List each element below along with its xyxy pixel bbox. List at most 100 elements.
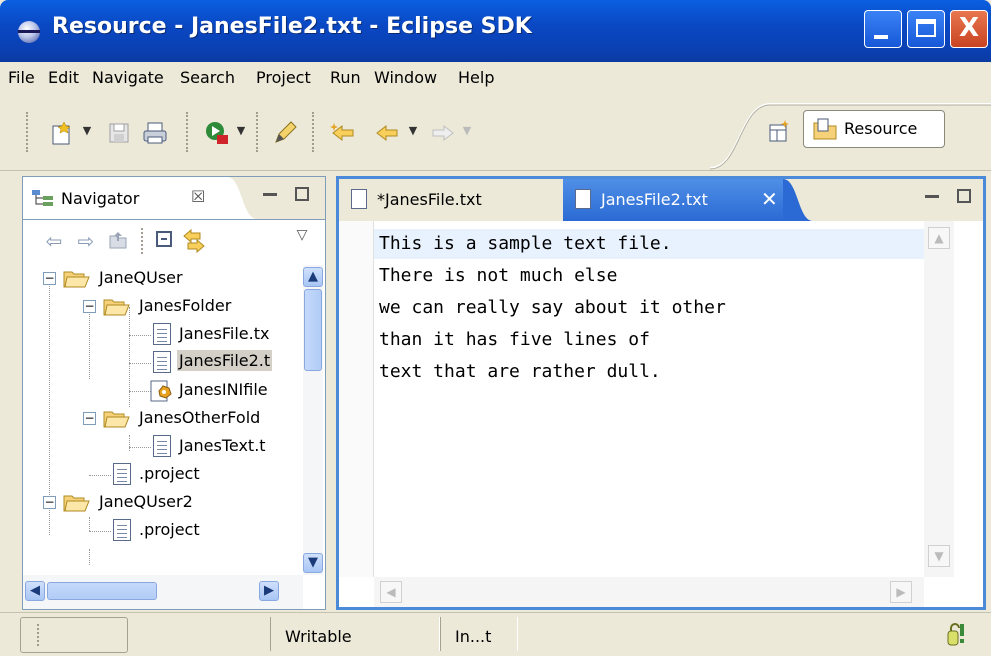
run-debug-icon[interactable] — [204, 120, 230, 146]
chevron-down-icon[interactable]: ▼ — [408, 125, 418, 136]
navigator-icon — [31, 189, 55, 207]
collapse-toggle[interactable]: − — [43, 496, 56, 509]
minimize-button[interactable] — [864, 10, 902, 48]
back-icon[interactable] — [374, 120, 400, 146]
maximize-button[interactable] — [907, 10, 945, 48]
text-line[interactable]: than it has five lines of — [379, 329, 650, 350]
back-icon[interactable]: ⇦ — [41, 228, 67, 254]
toolbar-grip[interactable] — [312, 112, 318, 152]
tree-item-janesfile-txt[interactable]: JanesFile.tx — [153, 321, 303, 349]
text-file-icon — [575, 189, 591, 209]
status-field-message — [20, 617, 128, 653]
new-wizard-icon[interactable] — [50, 120, 76, 146]
close-icon[interactable]: ☒ — [191, 187, 205, 206]
scroll-up-button[interactable]: ▲ — [303, 267, 323, 287]
scroll-thumb[interactable] — [304, 289, 322, 371]
tree-item-janestext-txt[interactable]: JanesText.t — [153, 433, 303, 461]
tree-item-label: JanesFile2.t — [177, 350, 273, 371]
tree-item-janesfolder[interactable]: − JanesFolder — [83, 293, 303, 321]
link-with-editor-icon[interactable] — [181, 228, 207, 254]
chevron-down-icon[interactable]: ▼ — [236, 125, 246, 136]
tab-janesfile-txt[interactable]: *JanesFile.txt — [339, 179, 564, 221]
tree-item-project-file[interactable]: .project — [113, 461, 303, 489]
scroll-left-button[interactable]: ◀ — [380, 581, 402, 603]
text-line[interactable]: This is a sample text file. — [379, 233, 672, 254]
tree-guide — [89, 531, 111, 533]
menu-window[interactable]: Window — [374, 68, 437, 87]
background-tasks-icon[interactable] — [946, 621, 972, 647]
scroll-down-button[interactable]: ▼ — [928, 545, 950, 567]
marker-pen-icon[interactable] — [272, 120, 298, 146]
perspective-label: Resource — [844, 119, 918, 138]
up-icon[interactable] — [105, 228, 131, 254]
navigator-horizontal-scrollbar[interactable]: ◀ ▶ — [23, 575, 303, 609]
navigator-tab-label: Navigator — [61, 189, 140, 208]
navigator-vertical-scrollbar[interactable]: ▲ ▼ — [303, 265, 323, 575]
scroll-right-button[interactable]: ▶ — [259, 581, 279, 601]
scroll-down-button[interactable]: ▼ — [303, 553, 323, 573]
tab-curve — [227, 177, 257, 219]
tree-item-project-file-2[interactable]: .project — [113, 517, 303, 545]
navigator-toolbar: ⇦ ⇨ ▽ — [23, 220, 325, 264]
text-line[interactable]: There is not much else — [379, 265, 617, 286]
forward-icon[interactable]: ⇨ — [73, 228, 99, 254]
toolbar-grip[interactable] — [186, 112, 192, 152]
insert-mode-status: In...t — [455, 627, 492, 646]
editor-tab-bar: *JanesFile.txt JanesFile2.txt ✕ — [339, 179, 983, 221]
editor-horizontal-scrollbar[interactable]: ◀ ▶ — [374, 577, 924, 607]
menu-edit[interactable]: Edit — [48, 68, 79, 87]
chevron-down-icon[interactable]: ▼ — [82, 125, 92, 136]
forward-icon[interactable] — [430, 120, 456, 146]
tree-item-janequser[interactable]: − JaneQUser — [43, 265, 303, 293]
folder-icon — [103, 409, 131, 429]
tree-item-label: .project — [139, 464, 200, 483]
tree-item-janesinifile[interactable]: JanesINIfile — [149, 377, 303, 405]
resource-perspective-button[interactable]: Resource — [803, 110, 945, 148]
status-grip — [37, 624, 40, 646]
scroll-up-button[interactable]: ▲ — [928, 227, 950, 249]
menu-file[interactable]: File — [8, 68, 35, 87]
navigator-view: Navigator ☒ ⇦ ⇨ ▽ − JaneQUser − JanesFol… — [22, 176, 326, 610]
tree-item-label: JanesOtherFold — [139, 408, 261, 427]
title-bar: Resource - JanesFile2.txt - Eclipse SDK … — [0, 0, 991, 62]
minimize-view-button[interactable] — [925, 195, 939, 198]
toolbar-grip[interactable] — [26, 112, 32, 152]
editor-vertical-scrollbar[interactable]: ▲ ▼ — [924, 221, 954, 577]
last-edit-icon[interactable] — [330, 120, 356, 146]
text-file-icon — [351, 189, 367, 209]
close-button[interactable]: X — [950, 10, 988, 48]
scroll-left-button[interactable]: ◀ — [25, 581, 45, 601]
tab-navigator[interactable]: Navigator ☒ — [23, 177, 228, 219]
project-folder-icon — [63, 269, 91, 289]
navigator-tab-bar: Navigator ☒ — [23, 177, 325, 220]
text-line[interactable]: we can really say about it other — [379, 297, 726, 318]
scroll-thumb[interactable] — [47, 582, 157, 600]
tree-item-janesfile2-txt[interactable]: JanesFile2.t — [153, 349, 303, 377]
menu-run[interactable]: Run — [330, 68, 361, 87]
text-editor[interactable]: This is a sample text file. There is not… — [339, 221, 983, 607]
menu-search[interactable]: Search — [180, 68, 235, 87]
folder-icon — [103, 297, 131, 317]
text-file-icon — [153, 435, 171, 457]
collapse-toggle[interactable]: − — [83, 412, 96, 425]
toolbar-grip[interactable] — [256, 112, 262, 152]
collapse-toggle[interactable]: − — [43, 272, 56, 285]
open-perspective-icon[interactable] — [767, 118, 793, 144]
text-line[interactable]: text that are rather dull. — [379, 361, 661, 382]
menu-help[interactable]: Help — [458, 68, 494, 87]
maximize-view-button[interactable] — [957, 189, 971, 203]
print-icon[interactable] — [142, 120, 168, 146]
tree-item-janesotherfolder[interactable]: − JanesOtherFold — [83, 405, 303, 433]
close-icon[interactable]: ✕ — [761, 187, 778, 211]
view-menu-icon[interactable]: ▽ — [289, 222, 315, 248]
tab-janesfile2-txt[interactable]: JanesFile2.txt ✕ — [563, 179, 783, 221]
menu-navigate[interactable]: Navigate — [92, 68, 164, 87]
menu-project[interactable]: Project — [256, 68, 311, 87]
minimize-view-button[interactable] — [263, 193, 277, 196]
tree-item-janequser2[interactable]: − JaneQUser2 — [43, 489, 303, 517]
save-icon[interactable] — [106, 120, 132, 146]
collapse-all-icon[interactable] — [151, 228, 177, 254]
collapse-toggle[interactable]: − — [83, 300, 96, 313]
scroll-right-button[interactable]: ▶ — [890, 581, 912, 603]
maximize-view-button[interactable] — [295, 187, 309, 201]
